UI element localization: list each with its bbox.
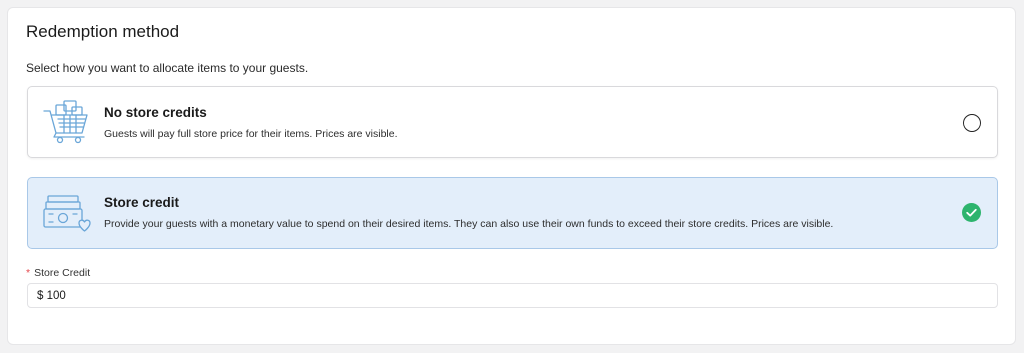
redemption-method-card: Redemption method Select how you want to… (7, 7, 1016, 345)
section-title: Redemption method (26, 22, 180, 41)
option-no-store-credits[interactable]: No store credits Guests will pay full st… (27, 86, 998, 158)
option-description: Provide your guests with a monetary valu… (104, 218, 834, 230)
option-title: Store credit (104, 195, 180, 210)
option-description: Guests will pay full store price for the… (104, 128, 398, 140)
store-credit-label: * Store Credit (26, 267, 90, 279)
option-store-credit[interactable]: Store credit Provide your guests with a … (27, 177, 998, 249)
shopping-cart-icon (42, 99, 92, 145)
section-subtitle: Select how you want to allocate items to… (26, 61, 309, 75)
store-credit-label-text: Store Credit (34, 267, 91, 279)
check-circle-icon[interactable] (962, 203, 981, 222)
store-credit-input[interactable] (27, 283, 998, 308)
required-marker: * (26, 267, 31, 279)
money-heart-icon (42, 190, 92, 236)
radio-unselected-icon[interactable] (963, 114, 981, 132)
option-title: No store credits (104, 105, 207, 120)
